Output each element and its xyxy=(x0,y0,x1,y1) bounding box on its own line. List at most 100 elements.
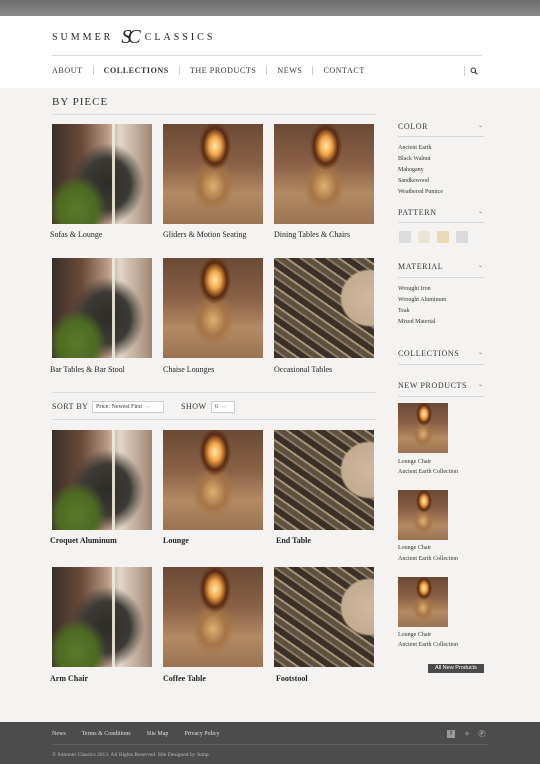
nav-news[interactable]: NEWS xyxy=(267,66,312,75)
filter-collections-header[interactable]: COLLECTIONS xyxy=(398,349,459,358)
chevron-down-icon[interactable]: ⌄ xyxy=(478,349,483,356)
new-product-image[interactable] xyxy=(398,403,448,453)
filter-option-material[interactable]: Mixed Material xyxy=(398,319,436,325)
product-name[interactable]: Croquet Aluminum xyxy=(50,536,117,545)
show-select-value: 6 xyxy=(215,404,218,410)
sort-select[interactable]: Price: Newest First ⌵ xyxy=(92,401,164,413)
category-image-sofas[interactable] xyxy=(52,124,152,224)
filter-option-color[interactable]: Weathered Pumice xyxy=(398,189,443,195)
filter-divider xyxy=(398,136,484,137)
category-image-occasional[interactable] xyxy=(274,258,374,358)
footer-divider xyxy=(52,744,488,745)
category-image-chaise[interactable] xyxy=(163,258,263,358)
brand-monogram: SC xyxy=(121,26,140,48)
header-divider xyxy=(52,55,482,56)
filter-divider xyxy=(398,222,484,223)
footer-link-terms[interactable]: Terms & Conditions xyxy=(82,731,131,737)
product-image[interactable] xyxy=(52,430,152,530)
chevron-down-icon[interactable]: ⌄ xyxy=(478,122,483,129)
filter-option-color[interactable]: Ancient Earth xyxy=(398,145,432,151)
nav-about[interactable]: ABOUT xyxy=(52,66,93,75)
new-product-collection: Ancient Earth Collection xyxy=(398,469,458,475)
new-product-image[interactable] xyxy=(398,490,448,540)
footer-link-news[interactable]: News xyxy=(52,731,66,737)
filter-option-color[interactable]: Mahogany xyxy=(398,167,424,173)
new-product-name[interactable]: Lounge Chair xyxy=(398,632,431,638)
category-label[interactable]: Chaise Lounges xyxy=(163,365,214,374)
category-label[interactable]: Bar Tables & Bar Stool xyxy=(50,365,125,374)
new-products-header[interactable]: NEW PRODUCTS xyxy=(398,381,467,390)
site-footer: News Terms & Conditions Site Map Privacy… xyxy=(0,722,540,764)
copyright-text: © Summer Classics 2013. All Rights Reser… xyxy=(52,752,209,758)
filter-divider xyxy=(398,396,484,397)
new-product-name[interactable]: Lounge Chair xyxy=(398,545,431,551)
filter-option-material[interactable]: Teak xyxy=(398,308,410,314)
title-divider xyxy=(52,114,376,115)
category-image-bar[interactable] xyxy=(52,258,152,358)
brand-logo[interactable]: SUMMER SC CLASSICS xyxy=(52,26,215,48)
footer-link-privacy[interactable]: Privacy Policy xyxy=(184,731,219,737)
category-image-dining[interactable] xyxy=(274,124,374,224)
nav-collections[interactable]: COLLECTIONS xyxy=(94,66,179,75)
product-image[interactable] xyxy=(274,567,374,667)
show-select[interactable]: 6 ⌵ xyxy=(211,401,235,413)
filter-divider xyxy=(398,277,484,278)
new-product-collection: Ancient Earth Collection xyxy=(398,556,458,562)
pattern-swatch[interactable] xyxy=(399,231,411,243)
brand-word-right: CLASSICS xyxy=(144,31,216,43)
controls-divider-bottom xyxy=(52,419,376,420)
pattern-swatch[interactable] xyxy=(437,231,449,243)
filter-material-header[interactable]: MATERIAL xyxy=(398,262,443,271)
pinterest-icon[interactable]: Ⓟ xyxy=(478,730,486,738)
filter-color-header[interactable]: COLOR xyxy=(398,122,428,131)
main-nav: ABOUT COLLECTIONS THE PRODUCTS NEWS CONT… xyxy=(52,66,375,75)
new-product-name[interactable]: Lounge Chair xyxy=(398,459,431,465)
product-name[interactable]: Arm Chair xyxy=(50,674,88,683)
filter-option-material[interactable]: Wrought Iron xyxy=(398,286,431,292)
category-label[interactable]: Dining Tables & Chairs xyxy=(274,230,350,239)
nav-the-products[interactable]: THE PRODUCTS xyxy=(180,66,267,75)
product-name[interactable]: Footstool xyxy=(276,674,308,683)
filter-option-material[interactable]: Wrought Aluminum xyxy=(398,297,446,303)
search-separator xyxy=(464,66,465,76)
category-label[interactable]: Occasional Tables xyxy=(274,365,332,374)
chevron-down-icon[interactable]: ⌄ xyxy=(478,208,483,215)
new-product-collection: Ancient Earth Collection xyxy=(398,642,458,648)
product-name[interactable]: Coffee Table xyxy=(163,674,206,683)
show-label: SHOW xyxy=(181,402,207,411)
filter-pattern-header[interactable]: PATTERN xyxy=(398,208,437,217)
sort-label: SORT BY xyxy=(52,402,89,411)
new-product-image[interactable] xyxy=(398,577,448,627)
chevron-down-icon[interactable]: ⌄ xyxy=(478,381,483,388)
search-icon[interactable] xyxy=(470,67,478,75)
footer-link-sitemap[interactable]: Site Map xyxy=(147,731,169,737)
product-name[interactable]: Lounge xyxy=(163,536,189,545)
twitter-icon[interactable]: ✧ xyxy=(463,730,471,738)
site-header: SUMMER SC CLASSICS ABOUT COLLECTIONS THE… xyxy=(0,16,540,88)
facebook-icon[interactable]: f xyxy=(447,730,455,738)
top-bar xyxy=(0,0,540,16)
chevron-down-icon: ⌵ xyxy=(222,405,226,410)
chevron-down-icon[interactable]: ⌄ xyxy=(478,262,483,269)
product-name[interactable]: End Table xyxy=(276,536,311,545)
page-title: BY PIECE xyxy=(52,96,109,108)
category-label[interactable]: Sofas & Lounge xyxy=(50,230,102,239)
category-image-gliders[interactable] xyxy=(163,124,263,224)
filter-option-color[interactable]: Black Walnut xyxy=(398,156,431,162)
controls-divider-top xyxy=(52,392,376,393)
product-image[interactable] xyxy=(274,430,374,530)
category-label[interactable]: Gliders & Motion Seating xyxy=(163,230,246,239)
all-new-products-button[interactable]: All New Products xyxy=(428,664,484,673)
filter-option-color[interactable]: Sandkewood xyxy=(398,178,429,184)
footer-links: News Terms & Conditions Site Map Privacy… xyxy=(52,731,220,737)
pattern-swatch[interactable] xyxy=(418,231,430,243)
sort-select-value: Price: Newest First xyxy=(96,404,142,410)
nav-contact[interactable]: CONTACT xyxy=(313,66,374,75)
filter-divider xyxy=(398,364,484,365)
product-image[interactable] xyxy=(52,567,152,667)
product-image[interactable] xyxy=(163,430,263,530)
brand-word-left: SUMMER xyxy=(52,31,114,43)
pattern-swatch[interactable] xyxy=(456,231,468,243)
product-image[interactable] xyxy=(163,567,263,667)
chevron-down-icon: ⌵ xyxy=(146,405,150,410)
